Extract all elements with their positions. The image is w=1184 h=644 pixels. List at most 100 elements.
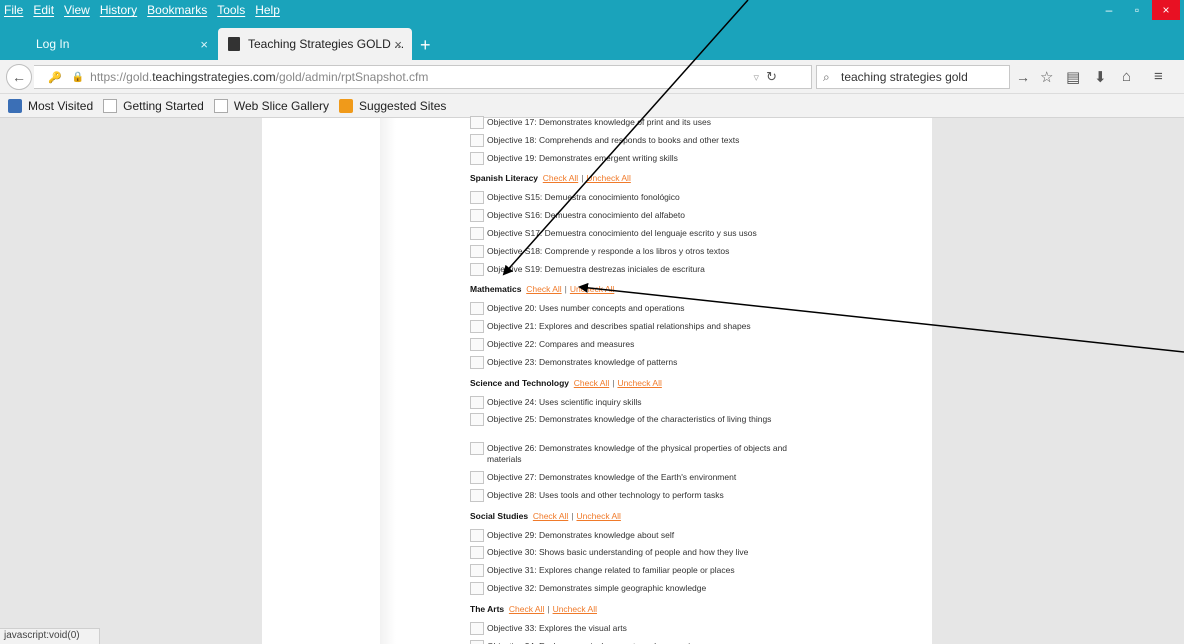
objective-row: Objective 32: Demonstrates simple geogra…	[470, 582, 706, 595]
key-icon: 🔑	[48, 71, 62, 84]
objective-checkbox[interactable]	[470, 355, 484, 369]
section-title: Science and Technology	[470, 377, 570, 388]
objective-row: Objective 24: Uses scientific inquiry sk…	[470, 395, 641, 409]
uncheck-all-link[interactable]: Uncheck All	[586, 173, 630, 183]
objective-checkbox[interactable]	[470, 209, 484, 223]
search-input[interactable]: ⌕ teaching strategies gold	[816, 65, 1010, 89]
objective-row: Objective 23: Demonstrates knowledge of …	[470, 355, 677, 369]
objective-checkbox[interactable]	[470, 302, 484, 316]
search-value: teaching strategies gold	[841, 70, 968, 84]
objective-label: Objective 34: Explores musical concepts …	[487, 641, 700, 644]
menu-help[interactable]: Help	[255, 3, 280, 17]
home-icon[interactable]: ⌂	[1122, 68, 1131, 85]
menu-bar: File Edit View History Bookmarks Tools H…	[0, 0, 1184, 20]
bookmark-getting-started[interactable]: Getting Started	[103, 98, 204, 113]
objective-checkbox[interactable]	[470, 262, 484, 276]
menu-tools[interactable]: Tools	[217, 3, 245, 17]
tab-teaching-strategies[interactable]: Teaching Strategies GOLD ... ×	[218, 28, 412, 60]
close-window-button[interactable]: ×	[1152, 0, 1180, 20]
objective-checkbox[interactable]	[470, 227, 484, 240]
objective-checkbox[interactable]	[470, 395, 484, 409]
bookmark-star-icon[interactable]: ☆	[1040, 68, 1053, 86]
section-header: Mathematics Check All | Uncheck All	[470, 284, 614, 294]
check-all-link[interactable]: Check All	[533, 511, 568, 521]
check-all-link[interactable]: Check All	[526, 284, 561, 294]
search-go-icon[interactable]: →	[1016, 69, 1030, 85]
uncheck-all-link[interactable]: Uncheck All	[570, 284, 614, 294]
reload-icon[interactable]: ↻	[766, 69, 777, 85]
menu-view[interactable]: View	[64, 3, 90, 17]
objective-label: Objective 31: Explores change related to…	[487, 565, 735, 576]
bookmark-label: Getting Started	[123, 98, 204, 113]
objective-checkbox[interactable]	[470, 191, 484, 205]
check-all-link[interactable]: Check All	[574, 378, 609, 388]
objective-row: Objective 25: Demonstrates knowledge of …	[470, 413, 792, 427]
objective-row: Objective 26: Demonstrates knowledge of …	[470, 442, 792, 465]
objective-label: Objective S15: Demuestra conocimiento fo…	[487, 192, 680, 203]
link-separator: |	[612, 377, 615, 388]
objective-checkbox[interactable]	[470, 582, 484, 595]
objective-label: Objective 22: Compares and measures	[487, 339, 635, 349]
objective-checkbox[interactable]	[470, 442, 484, 456]
uncheck-all-link[interactable]: Uncheck All	[617, 378, 661, 388]
objective-checkbox[interactable]	[470, 546, 484, 560]
bookmark-suggested-sites[interactable]: Suggested Sites	[339, 98, 446, 113]
uncheck-all-link[interactable]: Uncheck All	[577, 511, 621, 521]
objective-label: Objective 18: Comprehends and responds t…	[487, 134, 740, 145]
objective-row: Objective 21: Explores and describes spa…	[470, 320, 751, 334]
tab-close-icon[interactable]: ×	[200, 37, 208, 52]
bookmark-label: Most Visited	[28, 98, 94, 113]
objective-row: Objective S18: Comprende y responde a lo…	[470, 244, 729, 258]
search-icon: ⌕	[823, 70, 830, 84]
url-path: /gold/admin/rptSnapshot.cfm	[275, 70, 429, 84]
objective-label: Objective 21: Explores and describes spa…	[487, 321, 751, 332]
objective-checkbox[interactable]	[470, 320, 484, 334]
check-all-link[interactable]: Check All	[543, 173, 578, 183]
objective-checkbox[interactable]	[470, 639, 484, 644]
objective-checkbox[interactable]	[470, 244, 484, 258]
objective-row: Objective 30: Shows basic understanding …	[470, 546, 748, 560]
back-arrow-icon: ←	[12, 69, 26, 85]
link-separator: |	[571, 510, 574, 521]
menu-edit[interactable]: Edit	[33, 3, 54, 17]
section-header: The Arts Check All | Uncheck All	[470, 604, 597, 614]
status-bar: javascript:void(0)	[0, 628, 100, 644]
tab-log-in[interactable]: Log In ×	[8, 28, 218, 60]
objective-checkbox[interactable]	[470, 116, 484, 129]
menu-bookmarks[interactable]: Bookmarks	[147, 3, 207, 17]
objective-checkbox[interactable]	[470, 338, 484, 351]
suggested-sites-icon	[339, 98, 354, 113]
bookmark-most-visited[interactable]: Most Visited	[8, 98, 94, 113]
download-icon[interactable]: ⬇	[1094, 68, 1107, 86]
objective-checkbox[interactable]	[470, 488, 484, 502]
tab-close-icon[interactable]: ×	[394, 37, 402, 52]
bookmark-web-slice-gallery[interactable]: Web Slice Gallery	[213, 98, 329, 113]
new-tab-button[interactable]: +	[420, 35, 431, 56]
objective-label: Objective 19: Demonstrates emergent writ…	[487, 152, 678, 163]
objective-checkbox[interactable]	[470, 471, 484, 484]
check-all-link[interactable]: Check All	[509, 604, 544, 614]
uncheck-all-link[interactable]: Uncheck All	[553, 604, 597, 614]
book-favicon-icon	[228, 37, 240, 51]
objective-checkbox[interactable]	[470, 133, 484, 147]
menu-file[interactable]: File	[4, 3, 23, 17]
history-dropdown-icon[interactable]: ▿	[753, 71, 759, 84]
reading-list-icon[interactable]: ▤	[1066, 68, 1080, 86]
objective-checkbox[interactable]	[470, 621, 484, 635]
objective-row: Objective 19: Demonstrates emergent writ…	[470, 151, 678, 165]
minimize-button[interactable]: –	[1096, 0, 1122, 20]
maximize-button[interactable]: ▫	[1124, 0, 1150, 20]
page-right-margin	[932, 118, 1184, 644]
menu-hamburger-icon[interactable]: ≡	[1154, 68, 1163, 85]
url-bar[interactable]: 🔑 🔒 https://gold. teachingstrategies.com…	[34, 65, 812, 89]
menu-history[interactable]: History	[100, 3, 137, 17]
tab-bar: Log In × Teaching Strategies GOLD ... × …	[0, 20, 1184, 60]
objective-checkbox[interactable]	[470, 564, 484, 578]
section-header: Spanish Literacy Check All | Uncheck All	[470, 173, 631, 183]
objective-checkbox[interactable]	[470, 151, 484, 165]
objective-checkbox[interactable]	[470, 413, 484, 427]
objective-row: Objective 34: Explores musical concepts …	[470, 639, 700, 644]
objective-checkbox[interactable]	[470, 528, 484, 542]
objective-row: Objective 33: Explores the visual arts	[470, 621, 627, 635]
back-button[interactable]: ←	[6, 64, 32, 90]
